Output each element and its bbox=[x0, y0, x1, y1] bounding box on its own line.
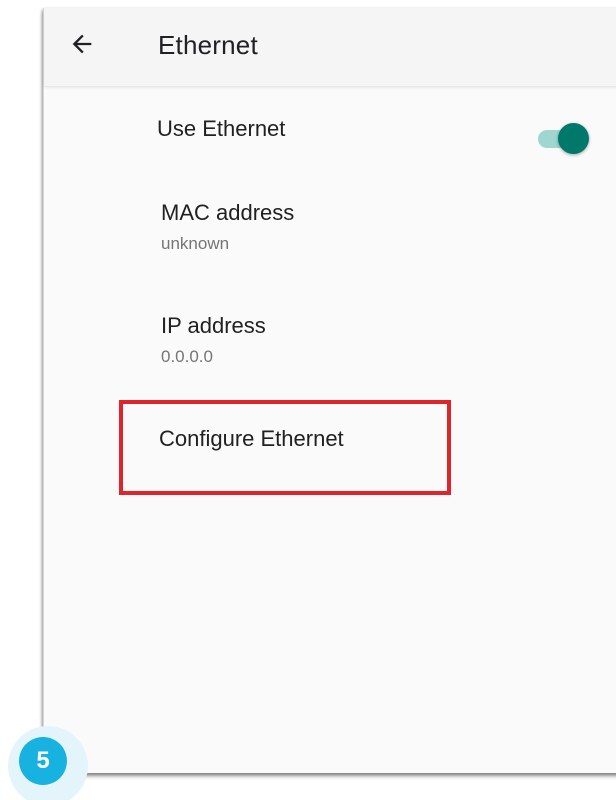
use-ethernet-toggle[interactable] bbox=[536, 121, 592, 154]
step-badge: 5 bbox=[8, 726, 88, 800]
use-ethernet-row[interactable]: Use Ethernet bbox=[44, 98, 616, 158]
mac-address-row[interactable]: MAC address unknown bbox=[44, 188, 616, 268]
ip-address-value: 0.0.0.0 bbox=[161, 347, 213, 366]
app-bar: Ethernet bbox=[44, 8, 616, 86]
ip-address-row[interactable]: IP address 0.0.0.0 bbox=[44, 301, 616, 381]
arrow-back-icon bbox=[68, 30, 96, 63]
configure-ethernet-row[interactable]: Configure Ethernet bbox=[44, 418, 616, 478]
ip-address-label: IP address bbox=[161, 313, 266, 338]
back-button[interactable] bbox=[62, 26, 102, 66]
page-title: Ethernet bbox=[158, 30, 258, 60]
mac-address-value: unknown bbox=[161, 234, 230, 253]
toggle-thumb bbox=[558, 123, 589, 154]
step-number: 5 bbox=[19, 737, 67, 785]
screenshot-canvas: Ethernet Use Ethernet MAC address unknow… bbox=[0, 0, 616, 800]
ethernet-settings-screen: Ethernet Use Ethernet MAC address unknow… bbox=[43, 8, 616, 773]
use-ethernet-label: Use Ethernet bbox=[157, 116, 286, 141]
configure-ethernet-label: Configure Ethernet bbox=[159, 426, 344, 451]
mac-address-label: MAC address bbox=[161, 200, 295, 225]
